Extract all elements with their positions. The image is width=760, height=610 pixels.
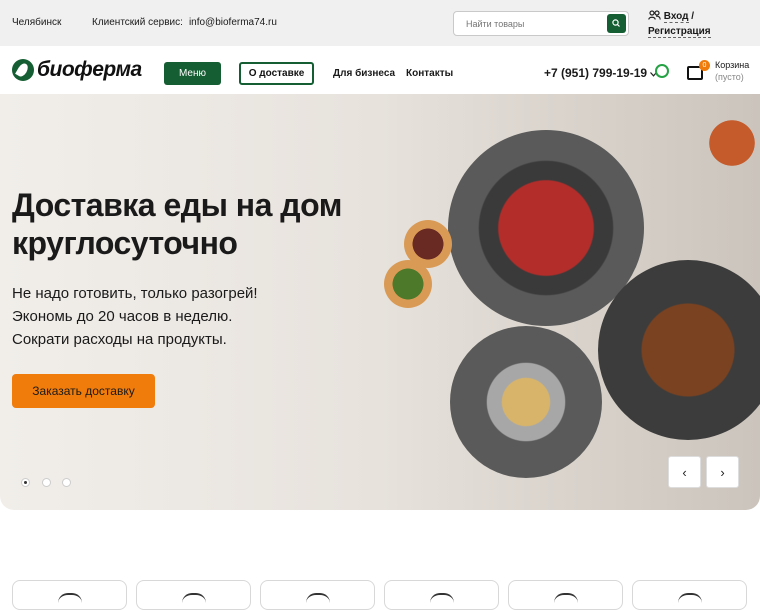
hero-benefit-2: Экономь до 20 часов в неделю. bbox=[12, 308, 233, 325]
spice-bowl-image bbox=[708, 114, 756, 172]
cart-button[interactable]: 0 bbox=[687, 60, 710, 80]
users-icon bbox=[648, 10, 661, 20]
cart-info[interactable]: Корзина (пусто) bbox=[715, 59, 749, 83]
cart-status: (пусто) bbox=[715, 72, 744, 82]
slider-dot[interactable] bbox=[21, 478, 30, 487]
feature-card bbox=[136, 580, 251, 610]
logo-text: биоферма bbox=[37, 58, 142, 81]
hero-benefit-1: Не надо готовить, только разогрей! bbox=[12, 285, 258, 302]
search-icon bbox=[612, 19, 620, 27]
slider-next-button[interactable]: › bbox=[706, 456, 739, 488]
feature-card bbox=[508, 580, 623, 610]
feature-card bbox=[384, 580, 499, 610]
feature-card bbox=[632, 580, 747, 610]
whatsapp-icon[interactable] bbox=[655, 64, 669, 78]
auth-separator: / bbox=[691, 11, 695, 22]
auth-links: Вход / Регистрация bbox=[648, 9, 711, 39]
slider-prev-button[interactable]: ‹ bbox=[668, 456, 701, 488]
client-service-label: Клиентский сервис: bbox=[92, 17, 183, 28]
search-input[interactable] bbox=[466, 16, 601, 32]
main-nav: биоферма Меню О доставке Для бизнеса Кон… bbox=[0, 46, 760, 94]
hero-title: Доставка еды на дом круглосуточно bbox=[12, 187, 342, 261]
feature-icon bbox=[57, 593, 82, 603]
client-service-email[interactable]: info@bioferma74.ru bbox=[189, 17, 277, 28]
spice-bowl-image bbox=[384, 260, 432, 308]
hero-benefit-3: Сократи расходы на продукты. bbox=[12, 331, 227, 348]
search-button[interactable] bbox=[607, 14, 626, 33]
leaf-logo-icon bbox=[12, 59, 34, 81]
phone-number[interactable]: +7 (951) 799-19-19 bbox=[544, 66, 658, 80]
feature-icon bbox=[305, 593, 330, 603]
login-link[interactable]: Вход bbox=[663, 11, 689, 23]
feature-icon bbox=[181, 593, 206, 603]
order-delivery-button[interactable]: Заказать доставку bbox=[12, 374, 155, 408]
contacts-link[interactable]: Контакты bbox=[406, 68, 453, 79]
feature-icon bbox=[553, 593, 578, 603]
feature-icon bbox=[677, 593, 702, 603]
feature-icon bbox=[429, 593, 454, 603]
delivery-info-button[interactable]: О доставке bbox=[239, 62, 314, 85]
register-link[interactable]: Регистрация bbox=[648, 26, 711, 38]
cart-label: Корзина bbox=[715, 60, 750, 70]
hero-banner: Доставка еды на дом круглосуточно Не над… bbox=[0, 94, 760, 510]
food-plate-image bbox=[598, 260, 760, 440]
logo[interactable]: биоферма bbox=[12, 58, 142, 82]
city-selector[interactable]: Челябинск bbox=[12, 17, 61, 28]
slider-dot[interactable] bbox=[42, 478, 51, 487]
menu-button[interactable]: Меню bbox=[164, 62, 221, 85]
client-service: Клиентский сервис: info@bioferma74.ru bbox=[92, 17, 283, 28]
food-plate-image bbox=[450, 326, 602, 478]
feature-card bbox=[260, 580, 375, 610]
cart-count-badge: 0 bbox=[699, 60, 710, 71]
top-bar: Челябинск Клиентский сервис: info@bioferm… bbox=[0, 0, 760, 46]
search-box bbox=[453, 11, 629, 36]
phone-text: +7 (951) 799-19-19 bbox=[544, 66, 648, 80]
slider-dot[interactable] bbox=[62, 478, 71, 487]
feature-card bbox=[12, 580, 127, 610]
business-link[interactable]: Для бизнеса bbox=[333, 68, 395, 79]
